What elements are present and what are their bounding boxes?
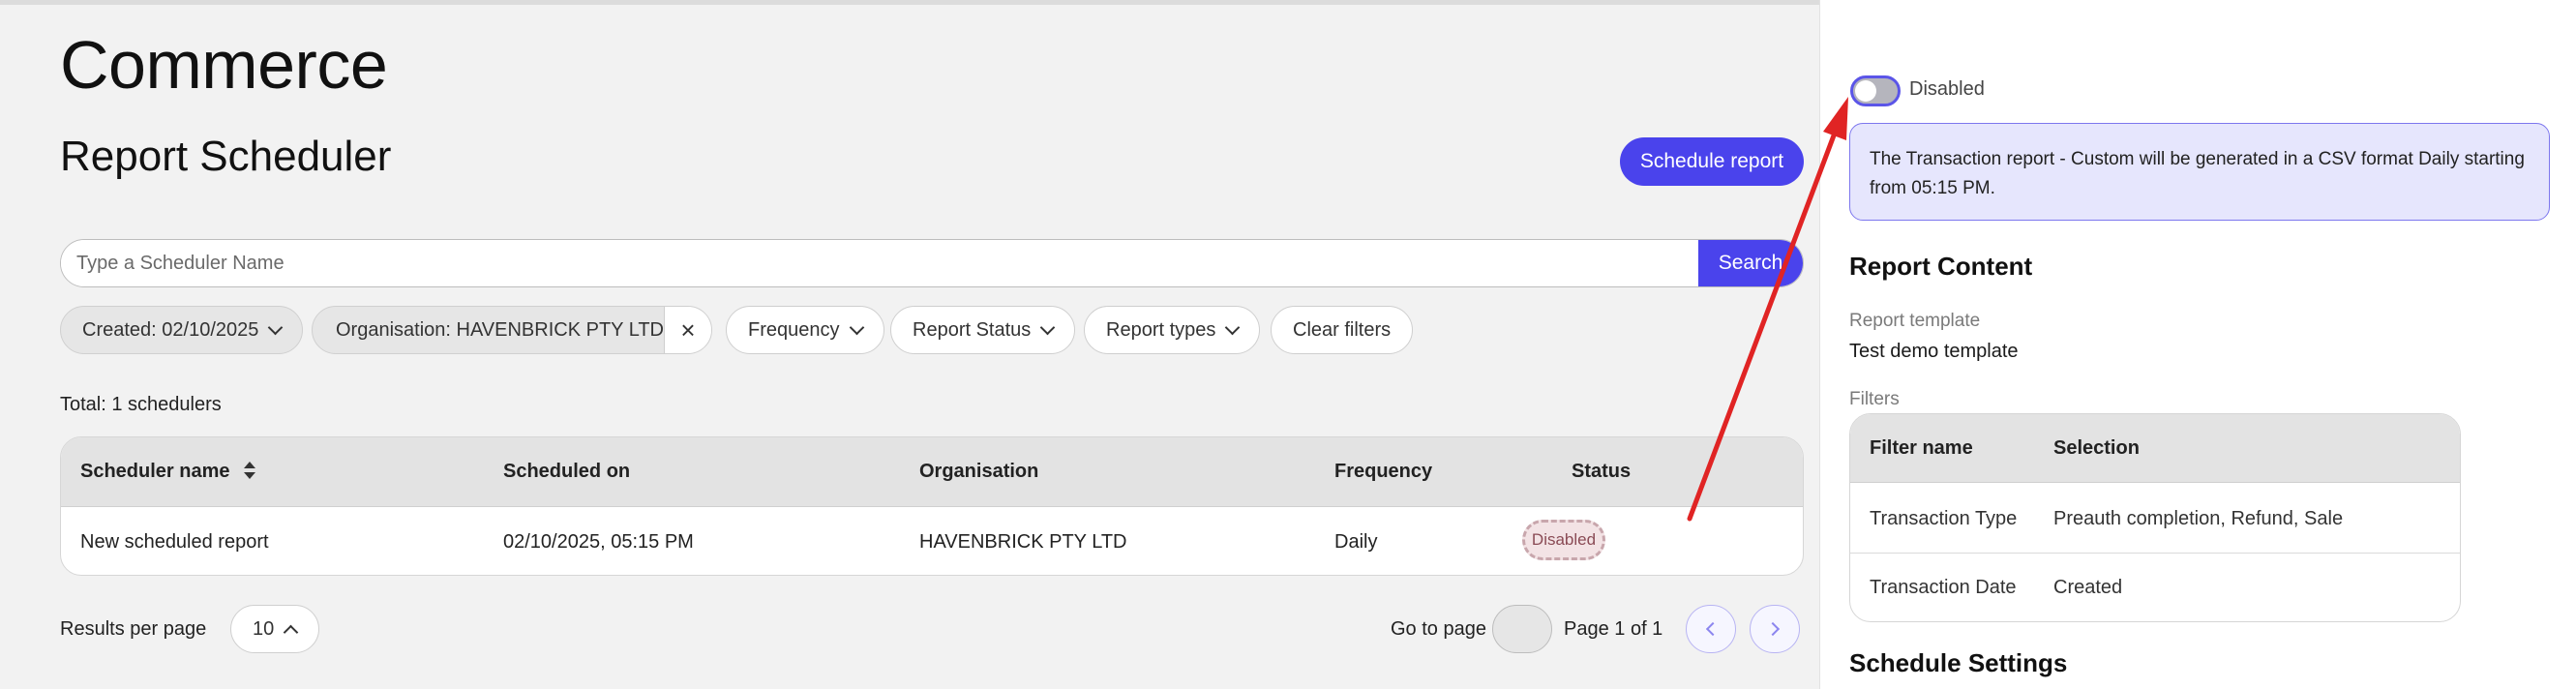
go-to-page-label: Go to page [1391, 618, 1486, 640]
report-template-value: Test demo template [1849, 341, 2019, 362]
column-header-scheduler-name[interactable]: Scheduler name [80, 461, 255, 483]
filter-report-types[interactable]: Report types [1084, 306, 1261, 354]
cell-scheduler-name[interactable]: New scheduled report [80, 531, 269, 554]
page-info: Page 1 of 1 [1564, 618, 1663, 640]
column-header-scheduled-on: Scheduled on [503, 461, 631, 482]
chevron-down-icon [268, 319, 284, 335]
column-header-selection: Selection [2053, 437, 2140, 459]
cell-scheduled-on: 02/10/2025, 05:15 PM [503, 531, 694, 553]
filters-label: Filters [1849, 389, 1900, 409]
clear-filters-label: Clear filters [1293, 318, 1392, 341]
cell-organisation: HAVENBRICK PTY LTD [919, 531, 1127, 553]
total-count: Total: 1 schedulers [60, 394, 222, 415]
filter-created[interactable]: Created: 02/10/2025 [60, 306, 304, 354]
go-to-page-input[interactable] [1492, 605, 1552, 653]
search-input[interactable] [61, 240, 1700, 286]
main-area: Commerce Report Scheduler Schedule repor… [0, 0, 1819, 689]
chevron-up-icon [283, 624, 299, 640]
column-header-frequency: Frequency [1334, 461, 1433, 482]
filter-selection-cell: Preauth completion, Refund, Sale [2053, 508, 2344, 529]
schedule-info-banner: The Transaction report - Custom will be … [1849, 123, 2550, 221]
table-header: Scheduler name Scheduled on Organisation… [61, 437, 1803, 507]
filter-selection-cell: Created [2053, 577, 2123, 598]
app-title: Commerce [60, 27, 388, 103]
filters-table-header: Filter name Selection [1850, 414, 2460, 483]
filter-name-cell: Transaction Date [1870, 577, 2017, 598]
search-button[interactable]: Search [1698, 240, 1803, 286]
report-template-label: Report template [1849, 311, 1981, 331]
previous-page-button[interactable] [1686, 605, 1736, 653]
filters-table: Filter name Selection Transaction Type P… [1849, 413, 2461, 622]
status-toggle[interactable] [1850, 75, 1901, 106]
filter-frequency[interactable]: Frequency [726, 306, 884, 354]
sort-icon[interactable] [243, 461, 255, 479]
schedule-report-button[interactable]: Schedule report [1620, 137, 1804, 186]
chevron-left-icon [1705, 621, 1721, 637]
schedule-detail-panel: Disabled The Transaction report - Custom… [1819, 0, 2576, 689]
toggle-knob [1855, 80, 1876, 102]
filter-report-status[interactable]: Report Status [890, 306, 1076, 354]
clear-filters-button[interactable]: Clear filters [1271, 306, 1414, 354]
column-header-label: Scheduler name [80, 461, 230, 482]
filter-report-types-label: Report types [1106, 318, 1216, 341]
chevron-down-icon [1225, 319, 1241, 335]
results-per-page-select[interactable]: 10 [230, 605, 319, 653]
chevron-down-icon [849, 319, 864, 335]
filter-organisation-label: Organisation: HAVENBRICK PTY LTD [336, 318, 665, 341]
row-divider [1850, 553, 2460, 554]
filter-name-cell: Transaction Type [1870, 508, 2018, 529]
chevron-right-icon [1765, 621, 1781, 637]
column-header-organisation: Organisation [919, 461, 1039, 482]
next-page-button[interactable] [1750, 605, 1800, 653]
report-content-heading: Report Content [1849, 252, 2033, 281]
results-per-page-label: Results per page [60, 618, 207, 640]
status-badge: Disabled [1522, 520, 1605, 560]
results-per-page-value: 10 [253, 617, 275, 640]
cell-frequency: Daily [1334, 531, 1378, 553]
close-icon[interactable]: × [664, 307, 711, 353]
column-header-status: Status [1572, 461, 1632, 482]
filter-frequency-label: Frequency [748, 318, 840, 341]
filter-report-status-label: Report Status [913, 318, 1032, 341]
search-bar: Search [60, 239, 1804, 287]
schedule-settings-heading: Schedule Settings [1849, 648, 2068, 677]
status-toggle-label: Disabled [1909, 78, 1985, 100]
chevron-down-icon [1040, 319, 1056, 335]
filter-organisation[interactable]: Organisation: HAVENBRICK PTY LTD × [312, 306, 712, 354]
column-header-filter-name: Filter name [1870, 437, 1973, 459]
filter-created-label: Created: 02/10/2025 [82, 318, 259, 341]
page-title: Report Scheduler [60, 133, 392, 180]
